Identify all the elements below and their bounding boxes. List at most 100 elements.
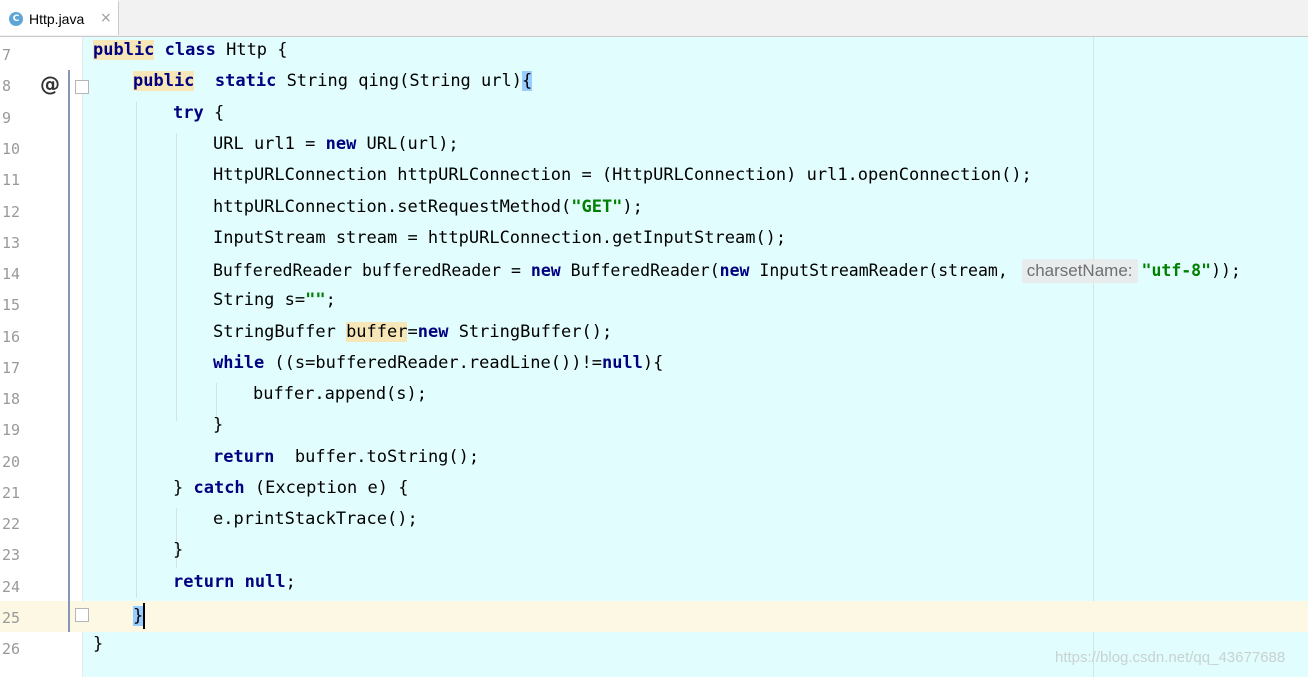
line-number: 23	[2, 546, 21, 564]
code-text: StringBuffer();	[448, 322, 613, 342]
line-number: 26	[2, 640, 21, 658]
code-line-14[interactable]: BufferedReader bufferedReader = new Buff…	[213, 259, 1241, 290]
string-literal: "GET"	[571, 197, 623, 217]
code-text: Http {	[215, 40, 288, 60]
line-number: 7	[2, 46, 12, 64]
line-number: 11	[2, 171, 21, 189]
line-number: 18	[2, 390, 21, 408]
line-number: 12	[2, 203, 21, 221]
line-number: 20	[2, 453, 21, 471]
code-text: =	[407, 322, 418, 342]
code-text: httpURLConnection.setRequestMethod(	[213, 197, 572, 217]
code-text: URL url1 =	[213, 134, 326, 154]
keyword: public	[133, 71, 195, 91]
code-line-10[interactable]: URL url1 = new URL(url);	[213, 134, 459, 165]
code-line-20[interactable]: return buffer.toString();	[213, 447, 479, 478]
code-text: );	[622, 197, 643, 217]
keyword: new	[719, 261, 750, 280]
code-line-12[interactable]: httpURLConnection.setRequestMethod("GET"…	[213, 197, 643, 228]
gutter-separator	[82, 37, 83, 677]
line-number: 14	[2, 265, 21, 283]
keyword: return	[213, 447, 275, 467]
tab-http-java[interactable]: C Http.java ×	[0, 0, 119, 35]
right-margin-guide	[1093, 37, 1094, 677]
current-line-highlight	[83, 601, 1308, 632]
close-icon[interactable]: ×	[100, 10, 112, 26]
parameter-hint: charsetName:	[1021, 259, 1138, 283]
indent-guide	[176, 133, 177, 421]
code-line-17[interactable]: while ((s=bufferedReader.readLine())!=nu…	[213, 353, 663, 384]
code-line-11[interactable]: HttpURLConnection httpURLConnection = (H…	[213, 165, 1032, 196]
code-text: String qing(String url)	[276, 71, 522, 91]
keyword: new	[417, 322, 449, 342]
code-text: {	[203, 103, 225, 123]
annotation-marker-icon[interactable]: @	[40, 72, 60, 96]
line-number: 21	[2, 484, 21, 502]
code-text: buffer.append(s);	[253, 384, 427, 404]
code-text: String s=	[213, 290, 306, 310]
code-text: BufferedReader(	[560, 261, 720, 280]
indent-guide	[136, 102, 137, 598]
line-number: 8	[2, 77, 12, 95]
matched-brace: {	[521, 71, 533, 91]
editor-tab-bar: C Http.java ×	[0, 0, 1308, 37]
code-line-7[interactable]: public class Http {	[93, 40, 288, 71]
code-text: }	[173, 478, 194, 498]
code-text: ;	[325, 290, 336, 310]
fold-close-icon[interactable]	[75, 608, 89, 622]
code-line-24[interactable]: return null;	[173, 572, 296, 603]
line-number: 25	[2, 609, 21, 627]
code-text: ((s=bufferedReader.readLine())!=	[264, 353, 602, 373]
keyword: null	[601, 353, 643, 373]
matched-brace: }	[133, 606, 144, 626]
keyword: public	[93, 40, 155, 60]
code-line-9[interactable]: try {	[173, 103, 224, 134]
highlighted-variable: buffer	[346, 322, 408, 342]
code-text: InputStreamReader(stream,	[749, 261, 1018, 280]
code-line-21[interactable]: } catch (Exception e) {	[173, 478, 408, 509]
code-text: }	[93, 634, 104, 654]
watermark: https://blog.csdn.net/qq_43677688	[1055, 649, 1286, 666]
code-text: StringBuffer	[213, 322, 347, 342]
code-line-22[interactable]: e.printStackTrace();	[213, 509, 418, 540]
code-text: }	[213, 415, 224, 435]
tab-label: Http.java	[29, 11, 85, 27]
code-text: ;	[285, 572, 296, 592]
line-number: 19	[2, 421, 21, 439]
code-line-26[interactable]: }	[93, 634, 103, 665]
code-text: e.printStackTrace();	[213, 509, 418, 529]
code-line-8[interactable]: public static String qing(String url){	[133, 71, 533, 102]
code-line-13[interactable]: InputStream stream = httpURLConnection.g…	[213, 228, 786, 259]
text-caret	[143, 603, 146, 629]
keyword: while	[213, 353, 265, 373]
keyword: new	[530, 261, 561, 280]
code-line-18[interactable]: buffer.append(s);	[253, 384, 427, 415]
code-text: HttpURLConnection httpURLConnection = (H…	[213, 165, 1032, 185]
line-number: 24	[2, 578, 21, 596]
code-text: InputStream stream = httpURLConnection.g…	[213, 228, 787, 248]
line-number: 10	[2, 140, 21, 158]
line-number: 9	[2, 109, 12, 127]
code-text: BufferedReader bufferedReader =	[213, 261, 531, 280]
keyword: return	[173, 572, 235, 592]
code-line-19[interactable]: }	[213, 415, 223, 446]
code-text: (Exception e) {	[244, 478, 409, 498]
java-class-icon: C	[9, 12, 23, 26]
line-number: 16	[2, 328, 21, 346]
line-number: 15	[2, 296, 21, 314]
keyword: class	[164, 40, 216, 60]
code-line-15[interactable]: String s="";	[213, 290, 336, 321]
code-line-16[interactable]: StringBuffer buffer=new StringBuffer();	[213, 322, 612, 353]
keyword: static	[214, 71, 277, 91]
code-text: ));	[1211, 261, 1241, 280]
string-literal: ""	[305, 290, 326, 310]
line-number: 17	[2, 359, 21, 377]
code-line-25[interactable]: }	[133, 603, 146, 634]
keyword: try	[173, 103, 204, 123]
fold-open-icon[interactable]	[75, 80, 89, 94]
keyword: new	[325, 134, 357, 154]
code-line-23[interactable]: }	[173, 540, 183, 571]
line-number: 13	[2, 234, 21, 252]
method-scope-bar	[68, 70, 70, 632]
